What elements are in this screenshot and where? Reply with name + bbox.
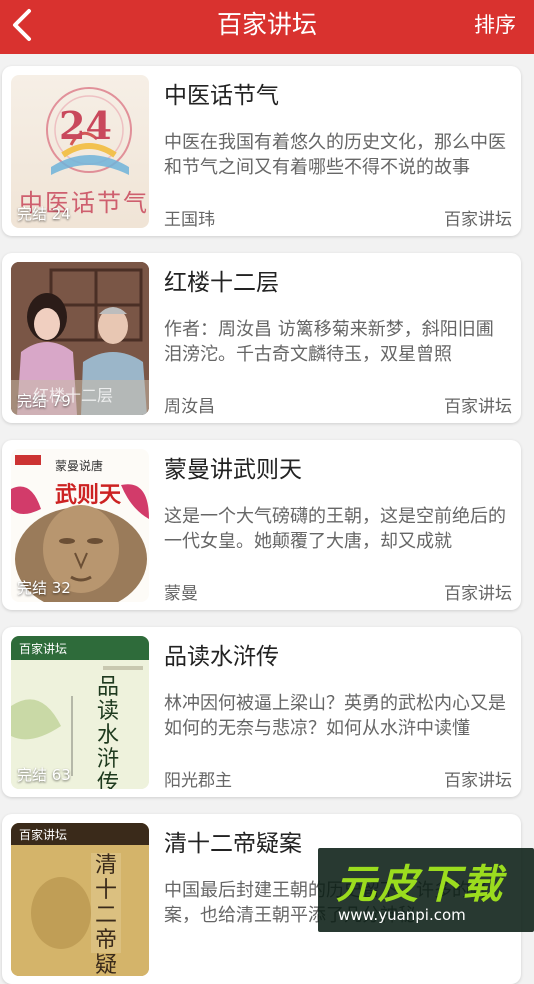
status-badge: 完结 24 [17, 205, 71, 223]
top-bar: 百家讲坛 排序 [0, 0, 534, 54]
book-author: 蒙曼 [164, 584, 198, 604]
book-description: 林冲因何被逼上梁山？英勇的武松内心又是如何的无奈与悲凉？如何从水浒中读懂 [164, 693, 506, 739]
watermark-url: www.yuanpi.com [338, 906, 466, 924]
cover-title: 品读水浒传 [97, 675, 120, 790]
book-cover: 24 中医话节气 完结 24 [11, 75, 149, 228]
cover-subtitle: 蒙曼说唐 [55, 459, 104, 473]
cover-title: 武则天 [55, 482, 122, 508]
page-title: 百家讲坛 [216, 10, 317, 39]
book-title: 蒙曼讲武则天 [164, 457, 302, 483]
book-cover: 蒙曼说唐 武则天 完结 32 [11, 449, 149, 602]
book-card[interactable]: 24 中医话节气 完结 24 中医话节气 中医在我国有着悠久的历史文化，那么中医… [2, 66, 521, 236]
watermark: 元皮下载 www.yuanpi.com [318, 848, 534, 932]
book-description: 作者：周汝昌 访篱移菊来新梦，斜阳旧圃泪滂沱。千古奇文麟待玉，双星曾照 [164, 319, 494, 365]
status-badge: 完结 63 [17, 766, 71, 784]
book-cover: 百家讲坛 品读水浒传 完结 63 [11, 636, 149, 789]
book-description: 这是一个大气磅礴的王朝，这是空前绝后的一代女皇。她颠覆了大唐，却又成就 [164, 506, 506, 552]
sort-button[interactable]: 排序 [474, 0, 516, 50]
cover-title: 清十二帝疑案 [95, 853, 118, 976]
book-source: 百家讲坛 [444, 210, 512, 230]
book-card[interactable]: 蒙曼说唐 武则天 完结 32 蒙曼讲武则天 这是一个大气磅礴的王朝，这是空前绝后… [2, 440, 521, 610]
watermark-logo: 元皮下载 [336, 862, 504, 908]
cover-number: 24 [59, 103, 112, 148]
book-card[interactable]: 百家讲坛 品读水浒传 完结 63 品读水浒传 林冲因何被逼上梁山？英勇的武松内心… [2, 627, 521, 797]
book-cover: 百家讲坛 清十二帝疑案 [11, 823, 149, 976]
status-badge: 完结 79 [17, 392, 71, 410]
book-title: 品读水浒传 [164, 644, 279, 670]
cover-subtitle: 百家讲坛 [19, 828, 68, 842]
book-description: 中医在我国有着悠久的历史文化，那么中医和节气之间又有着哪些不得不说的故事 [164, 132, 506, 178]
book-author: 阳光郡主 [164, 771, 232, 791]
status-badge: 完结 32 [17, 579, 71, 597]
book-card[interactable]: 红楼十二层 完结 79 红楼十二层 作者：周汝昌 访篱移菊来新梦，斜阳旧圃泪滂沱… [2, 253, 521, 423]
book-title: 清十二帝疑案 [164, 831, 302, 857]
book-source: 百家讲坛 [444, 584, 512, 604]
cover-subtitle: 百家讲坛 [19, 642, 68, 656]
book-source: 百家讲坛 [444, 397, 512, 417]
book-cover: 红楼十二层 完结 79 [11, 262, 149, 415]
book-author: 王国玮 [164, 210, 215, 230]
book-title: 中医话节气 [164, 83, 279, 109]
book-title: 红楼十二层 [164, 270, 279, 296]
book-author: 周汝昌 [164, 397, 215, 417]
book-source: 百家讲坛 [444, 771, 512, 791]
